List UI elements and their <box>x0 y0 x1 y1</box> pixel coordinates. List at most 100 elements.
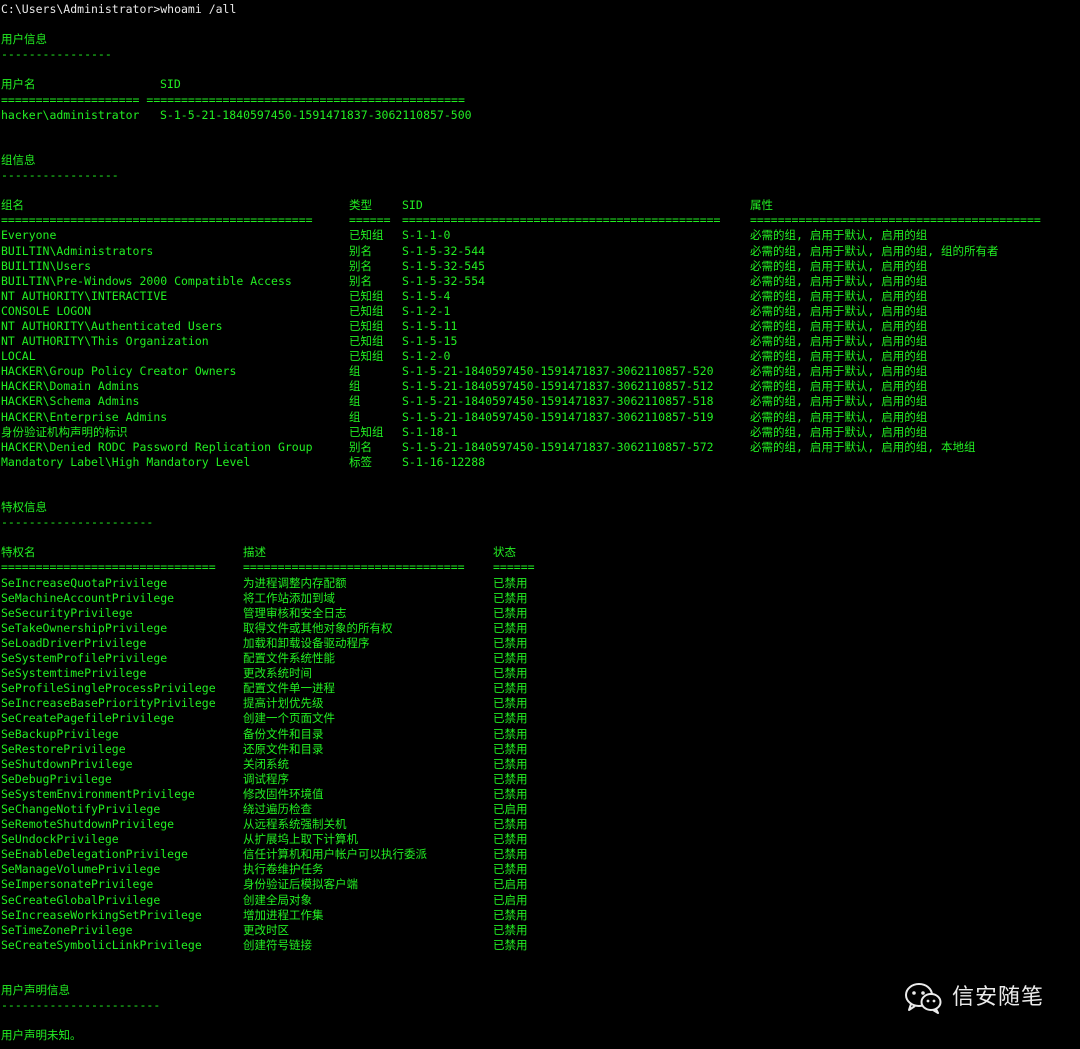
group-info-header: 组名 类型 SID 属性 <box>1 198 1080 213</box>
watermark-text: 信安随笔 <box>951 985 1044 1011</box>
privilege-name: SeIncreaseWorkingSetPrivilege <box>1 907 202 922</box>
privilege-row: SeImpersonatePrivilege 身份验证后模拟客户端 已启用 <box>1 877 1080 892</box>
privilege-state: 已禁用 <box>493 771 528 786</box>
privilege-name: SeManageVolumePrivilege <box>1 862 161 877</box>
user-info-header: 用户名 SID <box>1 77 1080 92</box>
group-sid: S-1-5-4 <box>402 288 451 303</box>
group-row: HACKER\Group Policy Creator Owners 组 S-1-5… <box>1 364 1080 379</box>
group-type: 组 <box>349 394 361 409</box>
privilege-description: 管理审核和安全日志 <box>243 605 347 620</box>
group-type: 已知组 <box>349 349 384 364</box>
privilege-row: SeProfileSingleProcessPrivilege 配置文件单一进程 已… <box>1 681 1080 696</box>
privilege-name: SeLoadDriverPrivilege <box>1 635 147 650</box>
privilege-name: SeTakeOwnershipPrivilege <box>1 620 168 635</box>
group-row: LOCAL 已知组 S-1-2-0 必需的组, 启用于默认, 启用的组 <box>1 349 1080 364</box>
privilege-state: 已禁用 <box>493 817 528 832</box>
group-row: Everyone 已知组 S-1-1-0 必需的组, 启用于默认, 启用的组 <box>1 228 1080 243</box>
group-name: BUILTIN\Pre-Windows 2000 Compatible Acce… <box>1 273 292 288</box>
user-info-separator: ==================== ===================… <box>1 92 465 107</box>
wechat-icon <box>904 983 942 1014</box>
group-type: 标签 <box>349 454 372 469</box>
privilege-name: SeCreateSymbolicLinkPrivilege <box>1 937 202 952</box>
group-row: NT AUTHORITY\Authenticated Users 已知组 S-1-5… <box>1 319 1080 334</box>
group-name: LOCAL <box>1 349 36 364</box>
privilege-state: 已禁用 <box>493 651 528 666</box>
group-sid: S-1-5-32-545 <box>402 258 486 273</box>
header-username: 用户名 <box>1 77 36 92</box>
privilege-state: 已禁用 <box>493 711 528 726</box>
group-type: 组 <box>349 379 361 394</box>
privilege-row: SeMachineAccountPrivilege 将工作站添加到域 已禁用 <box>1 591 1080 606</box>
claims-info-message: 用户声明未知。 <box>1 1028 82 1043</box>
privilege-name: SeBackupPrivilege <box>1 726 119 741</box>
group-sid: S-1-5-21-1840597450-1591471837-306211085… <box>402 364 714 379</box>
separator-name: ========================================… <box>1 213 313 228</box>
group-type: 别名 <box>349 439 372 454</box>
privilege-row: SeDebugPrivilege 调试程序 已禁用 <box>1 772 1080 787</box>
privilege-name: SeSystemEnvironmentPrivilege <box>1 786 195 801</box>
group-attributes: 必需的组, 启用于默认, 启用的组 <box>750 303 928 318</box>
privilege-description: 为进程调整内存配额 <box>243 575 347 590</box>
privilege-description: 配置文件单一进程 <box>243 681 335 696</box>
group-row: 身份验证机构声明的标识 已知组 S-1-18-1 必需的组, 启用于默认, 启用的组 <box>1 425 1080 440</box>
privilege-name: SeIncreaseBasePriorityPrivilege <box>1 696 216 711</box>
group-attributes: 必需的组, 启用于默认, 启用的组 <box>750 379 928 394</box>
group-attributes: 必需的组, 启用于默认, 启用的组, 本地组 <box>750 439 976 454</box>
privilege-description: 将工作站添加到域 <box>243 590 335 605</box>
privilege-row: SeChangeNotifyPrivilege 绕过遍历检查 已启用 <box>1 802 1080 817</box>
privilege-row: SeEnableDelegationPrivilege 信任计算机和用户帐户可以执… <box>1 847 1080 862</box>
privilege-state: 已禁用 <box>493 937 528 952</box>
group-name: BUILTIN\Administrators <box>1 243 154 258</box>
separator-privilege-name: =============================== <box>1 560 216 575</box>
group-type: 已知组 <box>349 228 384 243</box>
privilege-row: SeTimeZonePrivilege 更改时区 已禁用 <box>1 923 1080 938</box>
privilege-state: 已禁用 <box>493 756 528 771</box>
privilege-name: SeSecurityPrivilege <box>1 605 133 620</box>
privilege-description: 备份文件和目录 <box>243 726 324 741</box>
group-type: 已知组 <box>349 424 384 439</box>
privilege-row: SeBackupPrivilege 备份文件和目录 已禁用 <box>1 727 1080 742</box>
privilege-description: 还原文件和目录 <box>243 741 324 756</box>
privilege-description: 修改固件环境值 <box>243 786 324 801</box>
group-name: HACKER\Domain Admins <box>1 379 140 394</box>
group-attributes: 必需的组, 启用于默认, 启用的组 <box>750 288 928 303</box>
separator-attr: ========================================… <box>750 213 1041 228</box>
user-info-dashes: ---------------- <box>1 47 112 62</box>
group-type: 别名 <box>349 243 372 258</box>
separator-state: ====== <box>493 560 535 575</box>
privilege-description: 增加进程工作集 <box>243 907 324 922</box>
separator-description: ================================ <box>243 560 465 575</box>
privilege-description: 创建符号链接 <box>243 937 312 952</box>
group-sid: S-1-5-32-544 <box>402 243 486 258</box>
group-name: NT AUTHORITY\INTERACTIVE <box>1 288 168 303</box>
privilege-state: 已禁用 <box>493 922 528 937</box>
privilege-state: 已禁用 <box>493 575 528 590</box>
privilege-row: SeSystemtimePrivilege 更改系统时间 已禁用 <box>1 666 1080 681</box>
privilege-name: SeMachineAccountPrivilege <box>1 590 175 605</box>
header-group-name: 组名 <box>1 198 24 213</box>
command-prompt-line: C:\Users\Administrator>whoami /all <box>1 2 237 16</box>
privilege-row: SeLoadDriverPrivilege 加载和卸载设备驱动程序 已禁用 <box>1 636 1080 651</box>
group-name: Mandatory Label\High Mandatory Level <box>1 454 251 469</box>
group-row: CONSOLE LOGON 已知组 S-1-2-1 必需的组, 启用于默认, 启用的组 <box>1 304 1080 319</box>
group-attributes: 必需的组, 启用于默认, 启用的组 <box>750 364 928 379</box>
header-sid: SID <box>160 77 181 92</box>
privilege-name: SeIncreaseQuotaPrivilege <box>1 575 168 590</box>
privilege-description: 执行卷维护任务 <box>243 862 324 877</box>
group-sid: S-1-2-1 <box>402 303 451 318</box>
header-group-sid: SID <box>402 198 423 213</box>
privilege-name: SeUndockPrivilege <box>1 832 119 847</box>
group-type: 组 <box>349 409 361 424</box>
group-row: BUILTIN\Pre-Windows 2000 Compatible Acce… <box>1 274 1080 289</box>
privilege-name: SeEnableDelegationPrivilege <box>1 847 188 862</box>
user-sid: S-1-5-21-1840597450-1591471837-306211085… <box>160 107 472 122</box>
group-info-dashes: ----------------- <box>1 168 119 183</box>
privilege-description: 从远程系统强制关机 <box>243 817 347 832</box>
group-name: HACKER\Schema Admins <box>1 394 140 409</box>
group-info-separator: ========================================… <box>1 213 1080 228</box>
group-sid: S-1-5-21-1840597450-1591471837-306211085… <box>402 394 714 409</box>
privilege-description: 取得文件或其他对象的所有权 <box>243 620 393 635</box>
privilege-row: SeIncreaseWorkingSetPrivilege 增加进程工作集 已禁用 <box>1 908 1080 923</box>
privilege-name: SeCreateGlobalPrivilege <box>1 892 161 907</box>
privilege-name: SeImpersonatePrivilege <box>1 877 154 892</box>
